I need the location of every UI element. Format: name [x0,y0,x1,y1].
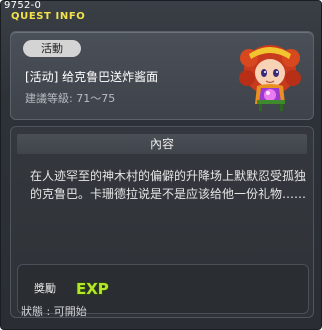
exp-text: EXP [76,280,109,298]
quest-description: 在人迹罕至的神木村的偏僻的升降场上默默忍受孤独的克鲁巴。卡珊德拉说是不是应该给他… [30,169,307,201]
category-badge: 活動 [23,40,81,57]
quest-summary-panel: 活動 [活动] 给克鲁巴送炸酱面 建議等級: 71～75 [10,31,314,120]
quest-content-panel: 內容 在人迹罕至的神木村的偏僻的升降场上默默忍受孤独的克鲁巴。卡珊德拉说是不是应… [10,126,314,318]
recommended-level: 建議等級: 71～75 [25,92,116,105]
npc-portrait-icon [239,45,301,111]
quest-status: 狀態 : 可開始 [21,305,87,318]
content-header: 內容 [17,134,307,154]
exp-icon: EXP [75,279,109,298]
window-title: QUEST INFO [11,11,86,22]
quest-info-window: 9752-0 QUEST INFO 活動 [活动] 给克鲁巴送炸酱面 建議等級:… [0,0,322,330]
quest-id-label: 9752-0 [4,0,42,11]
quest-name: [活动] 给克鲁巴送炸酱面 [25,70,159,84]
reward-label: 獎勵 [34,282,56,295]
